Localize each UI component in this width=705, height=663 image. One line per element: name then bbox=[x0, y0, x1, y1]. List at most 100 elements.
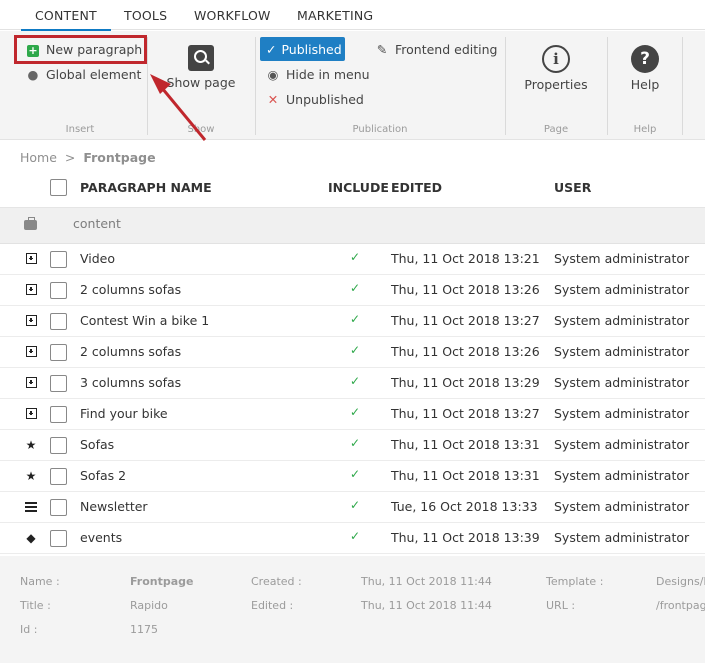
table-row[interactable]: ◆ events ✓ Thu, 11 Oct 2018 13:39 System adm… bbox=[0, 523, 705, 554]
paragraph-name[interactable]: 3 columns sofas bbox=[80, 375, 181, 390]
help-group-label: Help bbox=[633, 124, 657, 135]
newsletter-icon bbox=[24, 500, 38, 514]
row-checkbox[interactable] bbox=[50, 437, 67, 454]
star-icon: ★ bbox=[25, 469, 37, 483]
global-element-button[interactable]: ● Global element bbox=[26, 64, 142, 84]
published-label: Published bbox=[281, 41, 342, 57]
row-checkbox[interactable] bbox=[50, 344, 67, 361]
show-page-button[interactable]: Show page bbox=[165, 45, 237, 90]
paragraph-name[interactable]: events bbox=[80, 530, 122, 545]
edited-date: Thu, 11 Oct 2018 13:26 bbox=[391, 282, 540, 297]
edited-date: Tue, 16 Oct 2018 13:33 bbox=[391, 499, 538, 514]
header-paragraph-name[interactable]: PARAGRAPH NAME bbox=[80, 180, 212, 195]
table-row[interactable]: 2 columns sofas ✓ Thu, 11 Oct 2018 13:26 Sy… bbox=[0, 337, 705, 368]
paragraph-name[interactable]: Sofas 2 bbox=[80, 468, 126, 483]
row-checkbox[interactable] bbox=[50, 313, 67, 330]
tab-content[interactable]: CONTENT bbox=[21, 8, 111, 31]
table-row[interactable]: Find your bike ✓ Thu, 11 Oct 2018 13:27 Sys… bbox=[0, 399, 705, 430]
breadcrumb: Home > Frontpage bbox=[20, 150, 156, 165]
row-checkbox[interactable] bbox=[50, 251, 67, 268]
header-edited[interactable]: EDITED bbox=[391, 180, 442, 195]
unpublished-button[interactable]: ✕ Unpublished bbox=[266, 89, 364, 109]
user-name: System administrator bbox=[554, 499, 690, 514]
frontend-editing-button[interactable]: ✎ Frontend editing bbox=[375, 39, 498, 59]
user-name: System administrator bbox=[554, 530, 690, 545]
help-label: Help bbox=[630, 77, 660, 92]
select-all-checkbox[interactable] bbox=[50, 179, 67, 196]
breadcrumb-current: Frontpage bbox=[83, 150, 156, 165]
show-group-label: Show bbox=[187, 124, 215, 135]
paragraph-name[interactable]: 2 columns sofas bbox=[80, 344, 181, 359]
star-icon: ★ bbox=[25, 438, 37, 452]
frontend-editing-label: Frontend editing bbox=[395, 41, 498, 57]
paragraph-name[interactable]: 2 columns sofas bbox=[80, 282, 181, 297]
include-check-icon: ✓ bbox=[350, 250, 361, 264]
user-name: System administrator bbox=[554, 468, 690, 483]
show-page-label: Show page bbox=[166, 75, 236, 90]
paragraph-icon bbox=[24, 376, 38, 390]
row-checkbox[interactable] bbox=[50, 468, 67, 485]
table-row[interactable]: 3 columns sofas ✓ Thu, 11 Oct 2018 13:29 Sy… bbox=[0, 368, 705, 399]
paragraph-name[interactable]: Contest Win a bike 1 bbox=[80, 313, 209, 328]
include-check-icon: ✓ bbox=[350, 374, 361, 388]
properties-button[interactable]: i Properties bbox=[520, 45, 592, 92]
header-user[interactable]: USER bbox=[554, 180, 591, 195]
divider bbox=[682, 37, 683, 135]
include-check-icon: ✓ bbox=[350, 529, 361, 543]
created-value: Thu, 11 Oct 2018 11:44 bbox=[361, 575, 492, 588]
published-button[interactable]: ✓ Published bbox=[260, 37, 345, 61]
row-checkbox[interactable] bbox=[50, 282, 67, 299]
breadcrumb-home[interactable]: Home bbox=[20, 150, 57, 165]
paragraph-icon bbox=[24, 345, 38, 359]
info-icon: i bbox=[542, 45, 570, 73]
include-check-icon: ✓ bbox=[350, 467, 361, 481]
properties-label: Properties bbox=[524, 77, 588, 92]
edited-label: Edited : bbox=[251, 599, 294, 612]
paragraph-name[interactable]: Video bbox=[80, 251, 115, 266]
url-value: /frontpage bbox=[656, 599, 705, 612]
row-checkbox[interactable] bbox=[50, 499, 67, 516]
edit-icon: ✎ bbox=[376, 41, 388, 57]
divider bbox=[147, 37, 148, 135]
page-info-footer: Name : Frontpage Title : Rapido Id : 117… bbox=[0, 556, 705, 663]
global-element-label: Global element bbox=[46, 66, 142, 82]
tab-tools[interactable]: TOOLS bbox=[124, 8, 167, 23]
check-icon: ✓ bbox=[266, 41, 277, 57]
name-label: Name : bbox=[20, 575, 60, 588]
table-row[interactable]: ★ Sofas ✓ Thu, 11 Oct 2018 13:31 System admi… bbox=[0, 430, 705, 461]
breadcrumb-separator: > bbox=[64, 150, 76, 165]
user-name: System administrator bbox=[554, 375, 690, 390]
divider bbox=[255, 37, 256, 135]
include-check-icon: ✓ bbox=[350, 436, 361, 450]
table-row[interactable]: ★ Sofas 2 ✓ Thu, 11 Oct 2018 13:31 System ad… bbox=[0, 461, 705, 492]
tab-marketing[interactable]: MARKETING bbox=[297, 8, 373, 23]
paragraph-name[interactable]: Sofas bbox=[80, 437, 114, 452]
paragraph-name[interactable]: Newsletter bbox=[80, 499, 148, 514]
help-button[interactable]: ? Help bbox=[615, 45, 675, 92]
row-checkbox[interactable] bbox=[50, 406, 67, 423]
include-check-icon: ✓ bbox=[350, 405, 361, 419]
row-checkbox[interactable] bbox=[50, 375, 67, 392]
edited-date: Thu, 11 Oct 2018 13:27 bbox=[391, 406, 540, 421]
table-row[interactable]: Contest Win a bike 1 ✓ Thu, 11 Oct 2018 13… bbox=[0, 306, 705, 337]
row-checkbox[interactable] bbox=[50, 530, 67, 547]
divider bbox=[607, 37, 608, 135]
edited-date: Thu, 11 Oct 2018 13:31 bbox=[391, 468, 540, 483]
highlight-annotation bbox=[14, 35, 147, 64]
user-name: System administrator bbox=[554, 313, 690, 328]
hide-in-menu-button[interactable]: ◉ Hide in menu bbox=[266, 64, 370, 84]
table-row[interactable]: Video ✓ Thu, 11 Oct 2018 13:21 System admin… bbox=[0, 244, 705, 275]
id-value: 1175 bbox=[130, 623, 158, 636]
table-row[interactable]: 2 columns sofas ✓ Thu, 11 Oct 2018 13:26 Sy… bbox=[0, 275, 705, 306]
edited-date: Thu, 11 Oct 2018 13:29 bbox=[391, 375, 540, 390]
header-include[interactable]: INCLUDE bbox=[328, 180, 389, 195]
briefcase-icon bbox=[24, 217, 37, 230]
unpublished-label: Unpublished bbox=[286, 91, 364, 107]
table-row[interactable]: Newsletter ✓ Tue, 16 Oct 2018 13:33 System … bbox=[0, 492, 705, 523]
tab-workflow[interactable]: WORKFLOW bbox=[194, 8, 271, 23]
paragraph-name[interactable]: Find your bike bbox=[80, 406, 168, 421]
title-value: Rapido bbox=[130, 599, 168, 612]
edited-value: Thu, 11 Oct 2018 11:44 bbox=[361, 599, 492, 612]
insert-group-label: Insert bbox=[65, 124, 95, 135]
publication-group-label: Publication bbox=[352, 124, 408, 135]
